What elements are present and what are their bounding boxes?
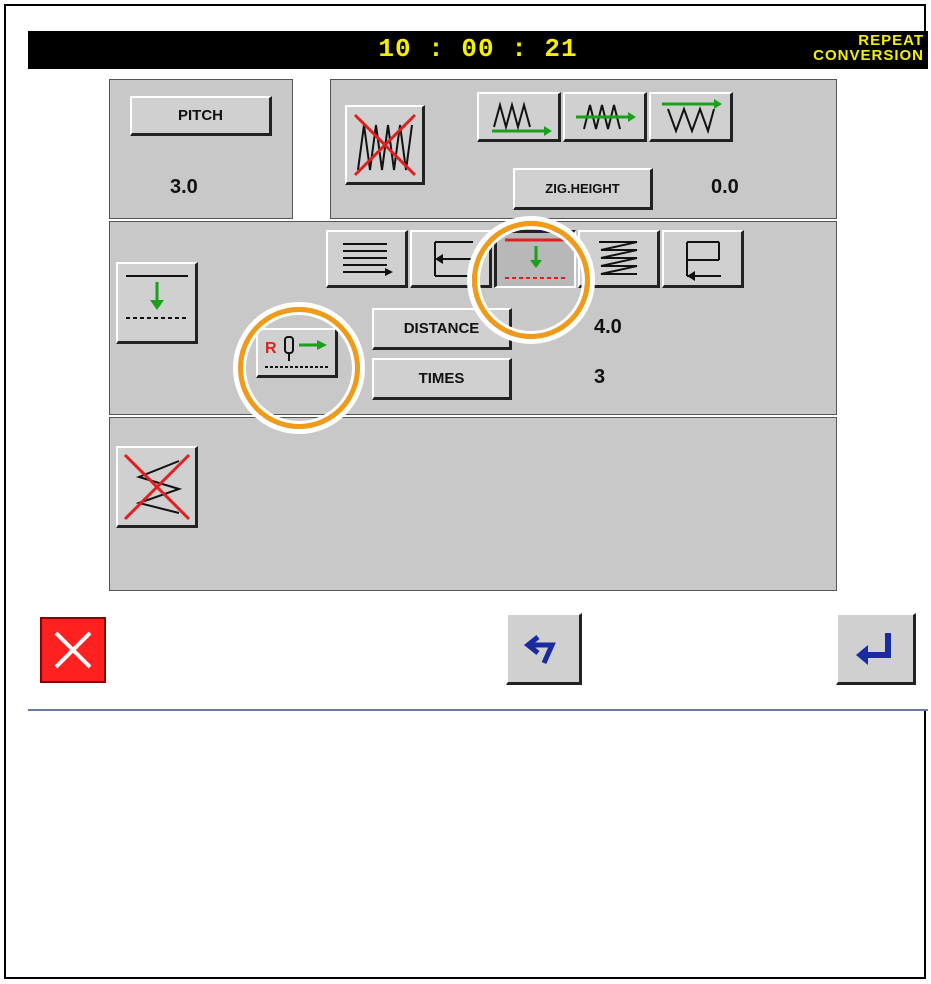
times-button[interactable]: TIMES [372,358,512,400]
undo-button[interactable] [506,613,582,685]
device-screen: 10 : 00 : 21 REPEAT CONVERSION PITCH 3.0 [28,31,928,711]
zig-height-value: 0.0 [711,176,739,198]
stitch-down-mode-icon [125,274,188,319]
zigzag-arrow-icon [575,104,636,129]
conversion-panel [109,417,837,591]
mode-label-line2: CONVERSION [813,47,924,64]
pitch-value: 3.0 [170,176,198,198]
zigzag-forward-icon [491,100,552,136]
mode-label: REPEAT CONVERSION [813,33,924,63]
zigzag-arrow-button[interactable] [563,92,647,142]
cancel-button[interactable] [40,617,106,683]
multi-forward-icon [342,242,393,276]
undo-icon [523,634,556,664]
zigzag-stack-icon [598,240,637,275]
highlight-ring-reverse-needle [238,307,360,429]
close-icon [54,631,92,669]
repeat-panel: R DISTANCE 4.0 TIMES 3 [109,221,837,415]
pattern-multi-forward-button[interactable] [326,230,408,288]
times-value: 3 [594,366,606,388]
clock-display: 10 : 00 : 21 [378,34,578,64]
repeat-mode-button[interactable] [116,262,198,344]
pitch-button[interactable]: PITCH [130,96,272,136]
title-bar: 10 : 00 : 21 REPEAT CONVERSION [28,31,928,69]
enter-icon [855,632,891,665]
cross-stitch-disabled-button[interactable] [116,446,198,528]
cross-stitch-disabled-icon [123,453,190,520]
enter-button[interactable] [836,613,916,685]
zigzag-panel: ZIG.HEIGHT 0.0 [330,79,837,219]
pattern-loop-return-button[interactable] [662,230,744,288]
pattern-zigzag-stack-button[interactable] [578,230,660,288]
highlight-ring-pattern [472,221,590,339]
distance-value: 4.0 [594,316,622,338]
zigzag-disabled-button[interactable] [345,105,425,185]
zigzag-forward-button[interactable] [477,92,561,142]
zigzag-wide-button[interactable] [649,92,733,142]
zigzag-wide-icon [661,98,722,134]
zigzag-disabled-icon [353,113,416,176]
zig-height-button[interactable]: ZIG.HEIGHT [513,168,653,210]
pitch-panel: PITCH 3.0 [109,79,293,219]
loop-return-icon [685,240,721,281]
mode-label-line1: REPEAT [858,32,924,49]
